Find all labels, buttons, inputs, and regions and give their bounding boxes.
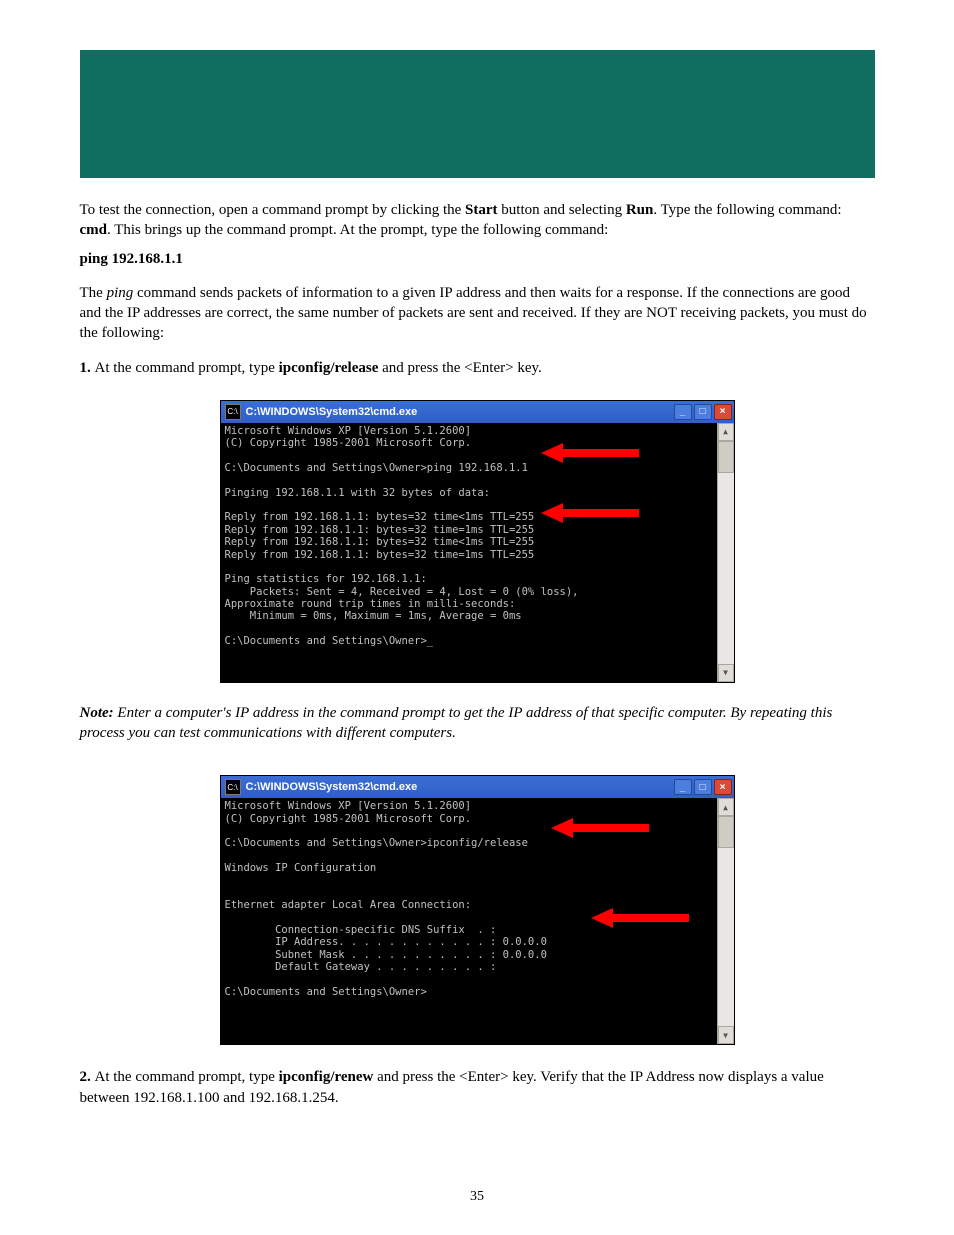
cmd-icon-text: C:\ (227, 407, 237, 416)
cmd-icon-text: C:\ (227, 783, 237, 792)
close-button[interactable]: × (714, 404, 732, 420)
intro-bold-cmd: cmd (80, 222, 108, 238)
step2-paragraph: 2. At the command prompt, type ipconfig/… (80, 1067, 875, 1108)
scroll-up-icon: ▲ (723, 803, 728, 812)
scroll-track[interactable] (718, 848, 734, 1026)
step1-pre: At the command prompt, type (95, 360, 279, 376)
scroll-down-button[interactable]: ▼ (718, 1026, 734, 1044)
step2-bold: ipconfig/renew (279, 1069, 374, 1085)
cmd-icon: C:\ (225, 779, 241, 795)
intro-bold-start: Start (465, 202, 498, 218)
maximize-icon: □ (699, 406, 705, 417)
step1-bullet: 1. (80, 360, 95, 376)
scroll-thumb[interactable] (718, 816, 734, 848)
close-button[interactable]: × (714, 779, 732, 795)
intro-text-2: button and selecting (498, 202, 626, 218)
scrollbar[interactable]: ▲ ▼ (717, 798, 734, 1044)
page-number: 35 (470, 1189, 484, 1205)
intro-text-3: . Type the following command: (653, 202, 841, 218)
note-label: Note: (80, 705, 114, 721)
scroll-track[interactable] (718, 473, 734, 664)
maximize-button[interactable]: □ (694, 779, 712, 795)
after-ping-italic: ping (107, 285, 134, 301)
page-banner (80, 50, 875, 178)
cmd-output[interactable]: Microsoft Windows XP [Version 5.1.2600] … (221, 798, 717, 1044)
scroll-up-icon: ▲ (723, 427, 728, 436)
cmd-window-release: C:\ C:\WINDOWS\System32\cmd.exe _ □ × Mi… (220, 775, 735, 1045)
intro-bold-run: Run (626, 202, 654, 218)
minimize-button[interactable]: _ (674, 779, 692, 795)
maximize-button[interactable]: □ (694, 404, 712, 420)
cmd-title: C:\WINDOWS\System32\cmd.exe (246, 781, 674, 793)
cmd-title: C:\WINDOWS\System32\cmd.exe (246, 406, 674, 418)
body-paragraph-intro: To test the connection, open a command p… (80, 200, 875, 378)
step1-post: and press the <Enter> key. (378, 360, 541, 376)
maximize-icon: □ (699, 782, 705, 793)
minimize-button[interactable]: _ (674, 404, 692, 420)
minimize-icon: _ (680, 406, 686, 417)
cmd-window-ping: C:\ C:\WINDOWS\System32\cmd.exe _ □ × Mi… (220, 400, 735, 683)
ping-command: ping 192.168.1.1 (80, 251, 183, 267)
note-body: Enter a computer's IP address in the com… (80, 705, 833, 741)
scroll-down-icon: ▼ (723, 1031, 728, 1040)
note-block: Note: Enter a computer's IP address in t… (80, 703, 875, 744)
intro-text-4: . This brings up the command prompt. At … (107, 222, 608, 238)
close-icon: × (720, 406, 726, 417)
scrollbar[interactable]: ▲ ▼ (717, 423, 734, 682)
after-ping-1: The (80, 285, 107, 301)
cmd-titlebar[interactable]: C:\ C:\WINDOWS\System32\cmd.exe _ □ × (221, 776, 734, 799)
cmd-icon: C:\ (225, 404, 241, 420)
step1-bold: ipconfig/release (279, 360, 379, 376)
scroll-down-icon: ▼ (723, 668, 728, 677)
scroll-up-button[interactable]: ▲ (718, 423, 734, 441)
step2-bullet: 2. (80, 1069, 95, 1085)
scroll-thumb[interactable] (718, 441, 734, 473)
close-icon: × (720, 782, 726, 793)
minimize-icon: _ (680, 782, 686, 793)
cmd-titlebar[interactable]: C:\ C:\WINDOWS\System32\cmd.exe _ □ × (221, 401, 734, 424)
scroll-down-button[interactable]: ▼ (718, 664, 734, 682)
step2-pre: At the command prompt, type (95, 1069, 279, 1085)
intro-text-1: To test the connection, open a command p… (80, 202, 466, 218)
scroll-up-button[interactable]: ▲ (718, 798, 734, 816)
cmd-output[interactable]: Microsoft Windows XP [Version 5.1.2600] … (221, 423, 717, 682)
after-ping-2: command sends packets of information to … (80, 285, 867, 342)
